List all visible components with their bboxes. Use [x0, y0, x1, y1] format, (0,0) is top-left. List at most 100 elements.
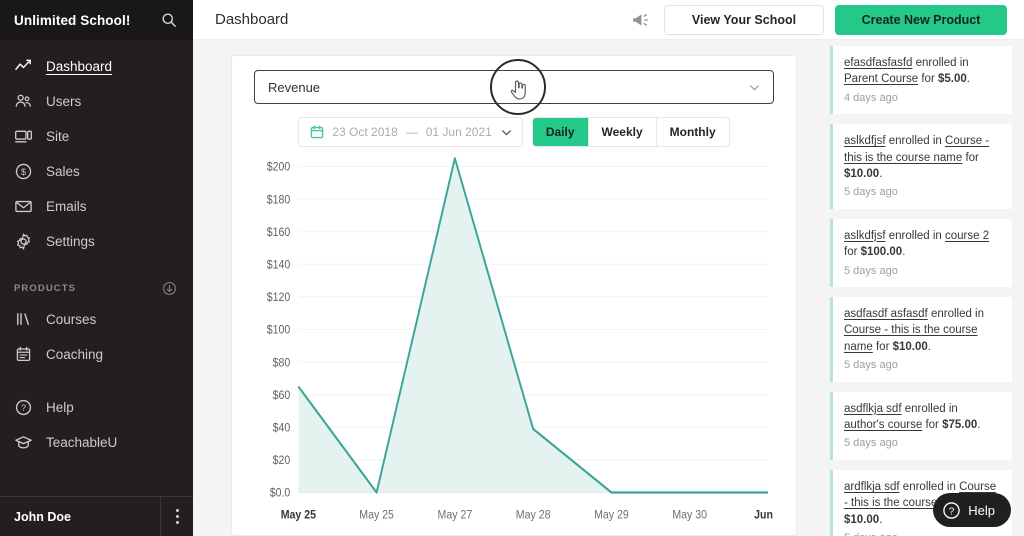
- svg-text:?: ?: [21, 403, 26, 413]
- help-widget-label: Help: [968, 502, 995, 518]
- sidebar-label-help: Help: [46, 400, 74, 415]
- sidebar-user-bar: John Doe: [0, 496, 193, 536]
- clipboard-icon: [14, 345, 33, 364]
- activity-card[interactable]: aslkdfjsf enrolled in Course - this is t…: [830, 124, 1012, 209]
- left-sidebar: Unlimited School! Dashboard Users Site $…: [0, 0, 193, 536]
- activity-timestamp: 5 days ago: [844, 531, 1001, 536]
- sidebar-item-coaching[interactable]: Coaching: [0, 337, 193, 372]
- y-axis-tick-label: $200: [267, 161, 291, 174]
- help-widget-button[interactable]: ? Help: [933, 493, 1011, 527]
- x-axis-tick-label: May 29: [594, 509, 629, 522]
- sidebar-item-site[interactable]: Site: [0, 119, 193, 154]
- granularity-monthly-button[interactable]: Monthly: [657, 118, 729, 146]
- activity-user-link[interactable]: aslkdfjsf: [844, 135, 886, 147]
- x-axis-tick-label: May 25: [281, 509, 317, 522]
- sidebar-item-dashboard[interactable]: Dashboard: [0, 49, 193, 84]
- date-range-picker[interactable]: 23 Oct 2018 — 01 Jun 2021: [298, 117, 523, 147]
- activity-amount: $5.00: [937, 73, 967, 86]
- chevron-down-icon: [500, 126, 513, 139]
- activity-amount: $10.00: [844, 167, 880, 180]
- y-axis-tick-label: $0.0: [270, 487, 291, 500]
- view-your-school-button[interactable]: View Your School: [664, 4, 824, 35]
- y-axis-tick-label: $60: [273, 389, 291, 402]
- chevron-down-icon: [748, 81, 761, 94]
- activity-card[interactable]: asdflkja sdf enrolled in author's course…: [830, 391, 1012, 460]
- main-column: Dashboard View Your School Create New Pr…: [193, 0, 1024, 536]
- sidebar-section-products: PRODUCTS: [0, 259, 193, 302]
- granularity-daily-button[interactable]: Daily: [532, 118, 589, 146]
- sidebar-brand-bar: Unlimited School!: [0, 0, 193, 40]
- sidebar-item-help[interactable]: ? Help: [0, 390, 193, 425]
- date-range-separator: —: [405, 125, 418, 139]
- activity-user-link[interactable]: efasdfasfasfd: [844, 57, 912, 69]
- y-axis-tick-label: $120: [267, 291, 291, 304]
- sidebar-item-sales[interactable]: $ Sales: [0, 154, 193, 189]
- top-header: Dashboard View Your School Create New Pr…: [193, 0, 1024, 40]
- activity-user-link[interactable]: aslkdfjsf: [844, 230, 886, 242]
- activity-card[interactable]: efasdfasfasfd enrolled in Parent Course …: [830, 46, 1012, 115]
- chart-controls: 23 Oct 2018 — 01 Jun 2021 Daily Weekly M…: [254, 117, 774, 147]
- sidebar-label-coaching: Coaching: [46, 347, 104, 362]
- plus-circle-icon[interactable]: [162, 281, 177, 296]
- revenue-area-chart: $0.0 $20 $40 $60 $80 $100 $120 $140 $160 $180 $200…: [254, 157, 774, 535]
- search-icon[interactable]: [161, 12, 177, 28]
- activity-amount: $75.00: [942, 419, 978, 432]
- activity-card-text: asdfasdf asfasdf enrolled in Course - th…: [844, 308, 985, 353]
- activity-user-link[interactable]: ardflkja sdf: [844, 481, 900, 493]
- metric-select-value: Revenue: [268, 79, 321, 95]
- sidebar-item-emails[interactable]: Emails: [0, 189, 193, 224]
- activity-timestamp: 4 days ago: [844, 91, 898, 104]
- calendar-icon: [310, 125, 324, 139]
- activity-timestamp: 5 days ago: [844, 264, 898, 277]
- question-circle-icon: ?: [942, 501, 961, 520]
- products-section-label: PRODUCTS: [14, 283, 77, 294]
- activity-amount: $100.00: [860, 246, 903, 259]
- activity-card[interactable]: asdfasdf asfasdf enrolled in Course - th…: [830, 297, 1012, 382]
- activity-card-text: efasdfasfasfd enrolled in Parent Course …: [844, 57, 970, 86]
- sidebar-label-teachableu: TeachableU: [46, 435, 118, 450]
- y-axis-tick-label: $140: [267, 259, 291, 272]
- x-axis-tick-label: May 27: [438, 509, 473, 522]
- megaphone-icon[interactable]: [630, 9, 652, 31]
- sidebar-label-sales: Sales: [46, 164, 80, 179]
- x-axis-tick-label: May 25: [359, 509, 394, 522]
- y-axis-tick-label: $100: [267, 324, 291, 337]
- dashboard-center-panel: Revenue 23 Oct 2018 — 01 Jun 2021 Daily …: [193, 40, 820, 536]
- x-axis-tick-label: Jun 1: [754, 509, 774, 522]
- activity-course-link[interactable]: Parent Course: [844, 73, 918, 85]
- sidebar-item-teachableu[interactable]: TeachableU: [0, 425, 193, 460]
- sidebar-item-settings[interactable]: Settings: [0, 224, 193, 259]
- chart-area-fill: [298, 158, 768, 493]
- activity-amount: $10.00: [844, 513, 880, 526]
- activity-timestamp: 5 days ago: [844, 359, 898, 372]
- activity-user-link[interactable]: asdfasdf asfasdf: [844, 308, 928, 320]
- metric-select[interactable]: Revenue: [254, 70, 774, 104]
- revenue-chart-card: Revenue 23 Oct 2018 — 01 Jun 2021 Daily …: [231, 55, 797, 536]
- question-circle-icon: ?: [14, 398, 33, 417]
- activity-course-link[interactable]: author's course: [844, 419, 922, 431]
- date-range-end: 01 Jun 2021: [425, 125, 492, 139]
- graduation-cap-icon: [14, 433, 33, 452]
- create-new-product-button[interactable]: Create New Product: [835, 4, 1007, 35]
- sidebar-item-courses[interactable]: Courses: [0, 302, 193, 337]
- y-axis-tick-label: $40: [273, 422, 291, 435]
- activity-card[interactable]: aslkdfjsf enrolled in course 2 for $100.…: [830, 218, 1012, 288]
- sidebar-label-settings: Settings: [46, 234, 95, 249]
- books-icon: [14, 310, 33, 329]
- activity-user-link[interactable]: asdflkja sdf: [844, 403, 902, 415]
- body-row: Revenue 23 Oct 2018 — 01 Jun 2021 Daily …: [193, 40, 1024, 536]
- granularity-weekly-button[interactable]: Weekly: [589, 118, 657, 146]
- activity-course-link[interactable]: course 2: [945, 230, 989, 242]
- y-axis-tick-label: $80: [273, 357, 291, 370]
- kebab-menu-icon[interactable]: [160, 496, 193, 536]
- activity-card-text: asdflkja sdf enrolled in author's course…: [844, 402, 981, 432]
- activity-timestamp: 5 days ago: [844, 437, 898, 450]
- page-title: Dashboard: [215, 11, 289, 28]
- activity-card-text: aslkdfjsf enrolled in Course - this is t…: [844, 135, 990, 180]
- sidebar-item-users[interactable]: Users: [0, 84, 193, 119]
- y-axis-tick-label: $160: [267, 226, 291, 239]
- users-icon: [14, 92, 33, 111]
- svg-text:?: ?: [949, 506, 955, 517]
- sidebar-label-emails: Emails: [46, 199, 87, 214]
